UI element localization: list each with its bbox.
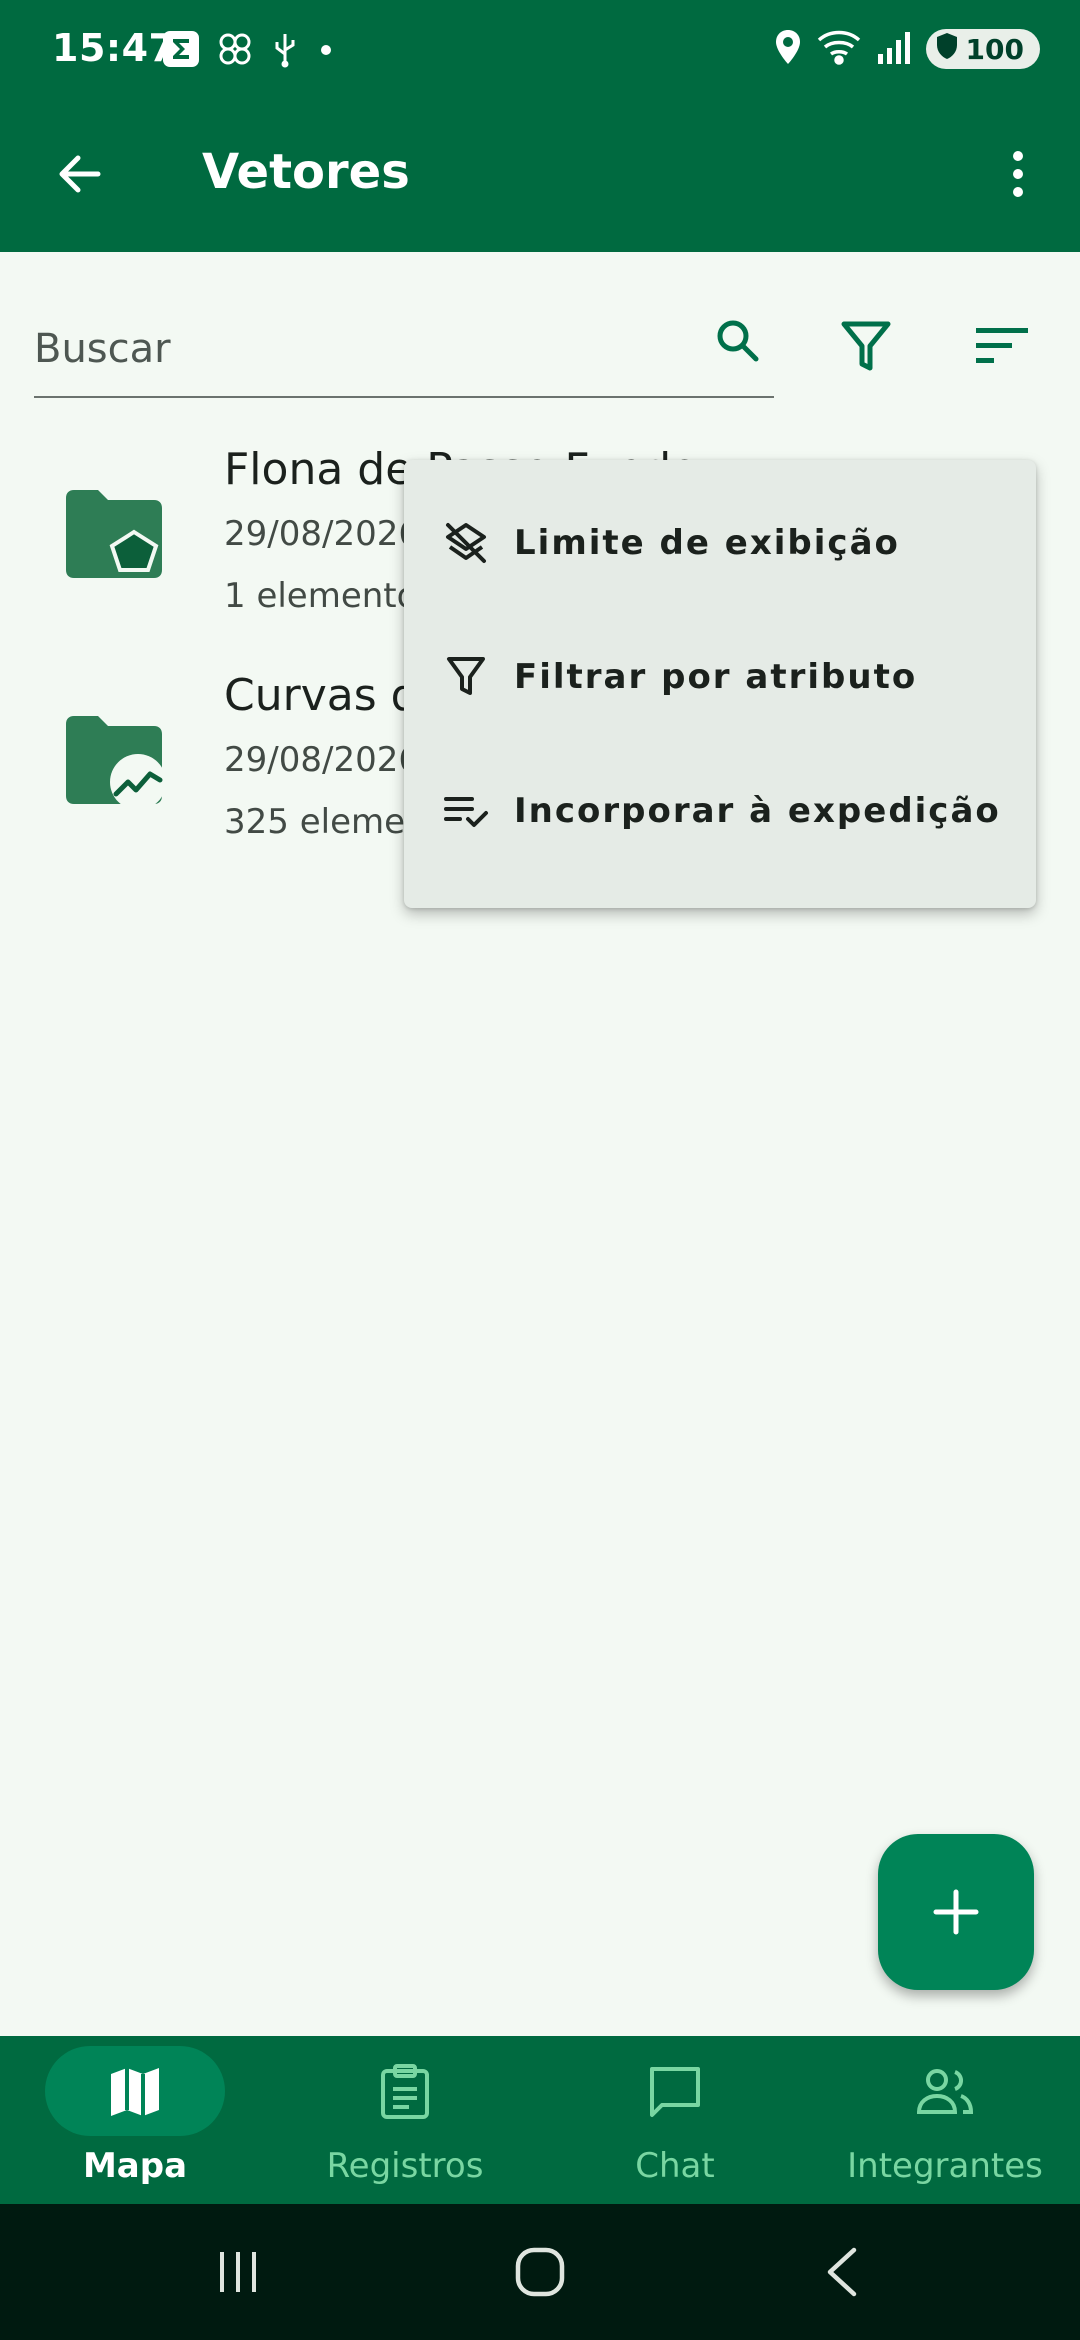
recent-apps-icon (220, 2252, 256, 2292)
bottom-navigation: Mapa Registros Chat Integrantes (0, 2036, 1080, 2204)
location-icon (774, 28, 802, 70)
filter-icon (841, 321, 891, 371)
battery-shield-icon (934, 31, 960, 68)
usb-icon (270, 30, 300, 72)
nav-item-integrantes[interactable]: Integrantes (810, 2036, 1080, 2204)
status-right-icons: 100 (774, 28, 1040, 70)
filter-icon (438, 649, 494, 705)
map-icon (101, 2058, 169, 2126)
item-date: 29/08/2026 (224, 514, 420, 554)
dot-icon (316, 30, 336, 72)
search-icon (717, 320, 759, 362)
home-button[interactable] (500, 2236, 580, 2308)
status-left-icons (162, 30, 336, 72)
recent-apps-button[interactable] (198, 2236, 278, 2308)
add-icon (933, 1889, 979, 1935)
battery-level: 100 (965, 32, 1024, 66)
menu-item-incorporar-expedicao[interactable]: Incorporar à expedição (404, 744, 1036, 878)
sort-icon (976, 328, 1028, 363)
back-button[interactable] (44, 138, 116, 210)
folder-line-icon (66, 716, 166, 810)
battery-indicator: 100 (925, 29, 1040, 69)
menu-item-label: Filtrar por atributo (514, 657, 918, 697)
chat-icon (641, 2058, 709, 2126)
filter-button[interactable] (834, 308, 898, 384)
clipboard-icon (371, 2058, 439, 2126)
nav-label: Integrantes (847, 2146, 1043, 2186)
wifi-icon (816, 28, 862, 70)
system-navigation-bar (0, 2204, 1080, 2340)
menu-item-filtrar-atributo[interactable]: Filtrar por atributo (404, 610, 1036, 744)
sigma-app-icon (162, 30, 200, 72)
nav-item-mapa[interactable]: Mapa (0, 2036, 270, 2204)
arrow-back-icon (59, 155, 101, 193)
playlist-check-icon (438, 783, 494, 839)
home-icon (515, 2247, 565, 2297)
back-nav-button[interactable] (802, 2236, 882, 2308)
menu-item-label: Incorporar à expedição (514, 791, 1001, 831)
item-count: 1 elemento (224, 576, 418, 616)
menu-item-label: Limite de exibição (514, 523, 900, 563)
search-button[interactable] (705, 308, 769, 372)
status-time: 15:47 (52, 26, 176, 70)
layers-off-icon (438, 515, 494, 571)
search-row (0, 252, 1080, 412)
app-bar: Vetores (0, 104, 1080, 252)
pinwheel-app-icon (216, 30, 254, 72)
folder-polygon-icon (66, 490, 162, 578)
people-icon (911, 2058, 979, 2126)
chevron-left-icon (827, 2247, 857, 2297)
add-fab-button[interactable] (878, 1834, 1034, 1990)
search-input[interactable] (34, 302, 774, 398)
overflow-menu-button[interactable] (986, 138, 1050, 210)
page-title: Vetores (202, 144, 410, 200)
nav-label: Registros (326, 2146, 484, 2186)
overflow-popup-menu: Limite de exibição Filtrar por atributo … (404, 460, 1036, 908)
nav-item-registros[interactable]: Registros (270, 2036, 540, 2204)
sort-button[interactable] (968, 308, 1036, 384)
more-vert-icon (1013, 151, 1023, 197)
item-date: 29/08/2026 (224, 740, 420, 780)
nav-item-chat[interactable]: Chat (540, 2036, 810, 2204)
menu-item-limite-exibicao[interactable]: Limite de exibição (404, 476, 1036, 610)
nav-label: Mapa (82, 2146, 188, 2186)
nav-label: Chat (635, 2146, 715, 2186)
signal-icon (876, 28, 912, 70)
status-bar: 15:47 100 (0, 0, 1080, 104)
